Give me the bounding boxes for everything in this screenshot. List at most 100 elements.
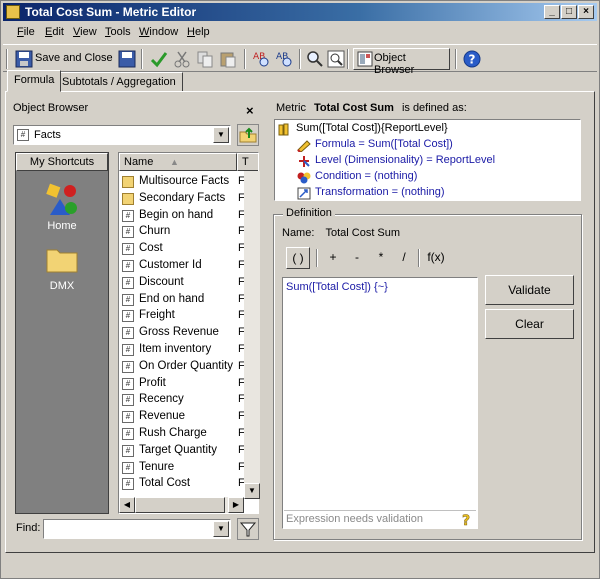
divide-button[interactable]: / xyxy=(393,247,415,269)
object-list-horizontal-scrollbar[interactable]: ◀ ▶ xyxy=(119,497,244,513)
preview-icon[interactable] xyxy=(306,50,324,68)
folder-icon xyxy=(122,192,134,205)
menu-edit[interactable]: Edit xyxy=(45,26,64,38)
fact-icon: # xyxy=(122,411,134,424)
column-header-type[interactable]: T xyxy=(237,153,258,171)
metric-suffix: is defined as: xyxy=(401,102,467,114)
sql-view-icon[interactable] xyxy=(327,50,345,68)
formula-editor[interactable]: Sum([Total Cost]) {~} xyxy=(282,277,478,529)
svg-text:?: ? xyxy=(462,513,470,527)
list-item-label: Recency xyxy=(139,393,184,406)
condition-icon xyxy=(297,172,311,184)
find-label: Find: xyxy=(16,522,41,534)
fact-icon: # xyxy=(122,478,134,491)
sort-ascending-icon: ▲ xyxy=(170,157,179,167)
parent-folder-icon[interactable] xyxy=(237,124,259,146)
minus-button[interactable]: - xyxy=(346,247,368,269)
minimize-button[interactable]: _ xyxy=(544,5,560,19)
function-button[interactable]: f(x) xyxy=(422,247,450,269)
list-item-label: On Order Quantity xyxy=(139,359,233,372)
formula-icon xyxy=(297,140,311,152)
operator-separator xyxy=(418,249,420,267)
paste-icon[interactable] xyxy=(219,50,237,68)
cut-icon[interactable] xyxy=(173,50,191,68)
plus-button[interactable]: + xyxy=(322,247,344,269)
save-icon[interactable] xyxy=(118,50,136,68)
filter-icon[interactable] xyxy=(237,518,259,540)
chevron-down-icon[interactable]: ▼ xyxy=(213,521,229,537)
tab-subtotals-aggregation[interactable]: Subtotals / Aggregation xyxy=(55,72,183,92)
find-combo[interactable]: ▼ xyxy=(43,519,231,539)
scroll-right-icon[interactable]: ▶ xyxy=(228,497,244,513)
toolbar-separator xyxy=(299,49,301,69)
my-shortcuts-header[interactable]: My Shortcuts xyxy=(16,153,108,171)
check-validate-icon[interactable] xyxy=(150,50,168,68)
shortcut-dmx-label[interactable]: DMX xyxy=(16,280,108,292)
folder-icon[interactable] xyxy=(46,245,78,273)
fact-icon: # xyxy=(122,444,134,457)
definition-name-value: Total Cost Sum xyxy=(325,227,401,239)
menu-tools[interactable]: Tools xyxy=(105,26,131,38)
find-object-icon[interactable]: AB xyxy=(253,50,271,68)
menu-view[interactable]: View xyxy=(73,26,97,38)
metric-editor-app-icon xyxy=(6,5,20,19)
validation-status-bar: Expression needs validation ? xyxy=(284,510,476,527)
fact-icon: # xyxy=(122,461,134,474)
shortcut-home-label[interactable]: Home xyxy=(16,220,108,232)
level-icon xyxy=(299,156,310,167)
maximize-button[interactable]: □ xyxy=(561,5,577,19)
validate-button[interactable]: Validate xyxy=(485,275,574,305)
folder-combo-value: Facts xyxy=(34,129,61,141)
list-item-label: Freight xyxy=(139,309,175,322)
menu-window[interactable]: Window xyxy=(139,26,178,38)
title-bar[interactable]: Total Cost Sum - Metric Editor _ □ × xyxy=(3,3,597,21)
find-replace-icon[interactable]: AB xyxy=(276,50,294,68)
save-and-close-button[interactable]: Save and Close xyxy=(13,48,113,70)
metric-icon xyxy=(278,123,289,136)
window-title: Total Cost Sum - Metric Editor xyxy=(25,5,197,19)
fact-icon: # xyxy=(122,209,134,222)
copy-icon[interactable] xyxy=(196,50,214,68)
list-item-label: Total Cost xyxy=(139,477,191,490)
help-icon[interactable]: ? xyxy=(463,50,481,68)
chevron-down-icon[interactable]: ▼ xyxy=(213,127,229,143)
tab-formula[interactable]: Formula xyxy=(7,70,62,92)
operator-separator xyxy=(316,249,318,267)
definition-group-title: Definition xyxy=(283,207,335,219)
tree-level-text: Level (Dimensionality) = ReportLevel xyxy=(315,154,496,166)
folder-combo[interactable]: # Facts ▼ xyxy=(13,125,231,145)
object-list-vertical-scrollbar[interactable]: ▼ xyxy=(244,171,260,499)
close-object-browser-icon[interactable]: × xyxy=(246,103,254,118)
multiply-button[interactable]: * xyxy=(370,247,392,269)
object-browser-button[interactable]: Object Browser xyxy=(353,48,450,76)
horizontal-scroll-thumb[interactable] xyxy=(135,497,225,513)
fact-icon: # xyxy=(122,293,134,306)
list-item-label: Tenure xyxy=(139,460,175,473)
fact-icon: # xyxy=(122,394,134,407)
toolbar: Save and Close AB AB Object Browser ? xyxy=(3,44,597,76)
toolbar-separator xyxy=(347,49,349,69)
list-item-label: Customer Id xyxy=(139,259,202,271)
close-window-button[interactable]: × xyxy=(578,5,594,19)
list-item-label: Churn xyxy=(139,225,171,238)
toolbar-grip xyxy=(6,49,8,69)
menu-bar: File Edit View Tools Window Help xyxy=(3,23,597,43)
menu-file[interactable]: File xyxy=(17,26,35,38)
fact-icon: # xyxy=(122,276,134,289)
list-item-label: Begin on hand xyxy=(139,208,214,221)
home-shapes-icon[interactable] xyxy=(44,181,80,217)
menu-help[interactable]: Help xyxy=(187,26,210,38)
definition-name-label: Name: xyxy=(282,227,315,239)
scroll-down-icon[interactable]: ▼ xyxy=(244,483,260,499)
fact-icon: # xyxy=(122,260,134,272)
fact-icon: # xyxy=(122,226,134,239)
parentheses-button[interactable]: ( ) xyxy=(286,247,310,269)
clear-button[interactable]: Clear xyxy=(485,309,574,339)
fact-icon: # xyxy=(122,310,134,323)
formula-expression[interactable]: Sum([Total Cost]) {~} xyxy=(286,281,388,293)
metric-definition-heading: Metric Total Cost Sum is defined as: xyxy=(276,102,467,114)
list-item-label: End on hand xyxy=(139,292,205,305)
scroll-left-icon[interactable]: ◀ xyxy=(119,497,135,513)
column-header-name[interactable]: Name ▲ xyxy=(119,153,237,171)
fact-icon: # xyxy=(122,428,134,440)
